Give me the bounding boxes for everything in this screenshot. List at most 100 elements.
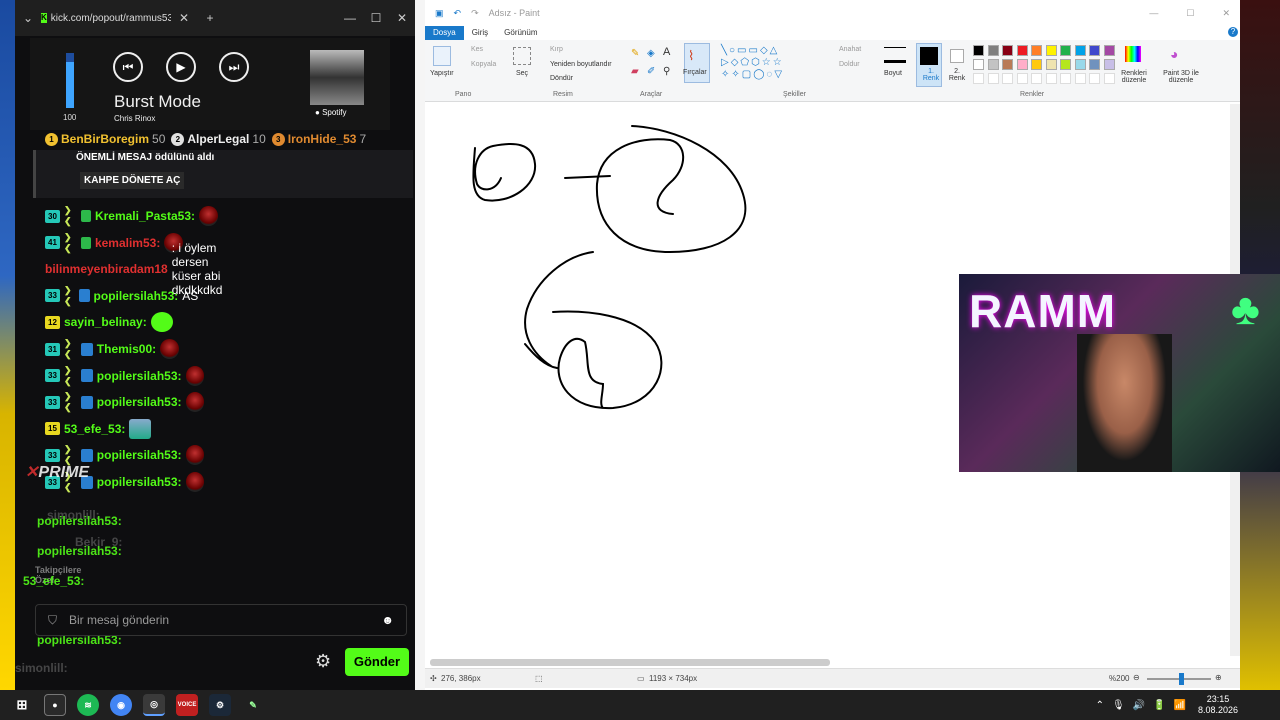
palette-color-swatch[interactable] bbox=[973, 59, 984, 70]
palette-color-swatch[interactable] bbox=[1031, 45, 1042, 56]
shapes-gallery[interactable]: ╲○▭▭◇△ ▷◇⬠⬡☆☆ ✧✧▢◯◌▽ bbox=[721, 45, 819, 81]
cut-button[interactable]: Kes bbox=[471, 46, 483, 53]
size-label[interactable]: Boyut bbox=[884, 70, 902, 77]
zoom-in-icon[interactable]: ⊕ bbox=[1215, 673, 1222, 682]
palette-color-swatch[interactable] bbox=[1002, 45, 1013, 56]
chat-username[interactable]: popilersilah53: bbox=[94, 289, 179, 303]
minimize-icon[interactable]: — bbox=[337, 11, 363, 25]
palette-empty-swatch[interactable] bbox=[1060, 73, 1071, 84]
palette-empty-swatch[interactable] bbox=[1074, 73, 1086, 84]
tab-file[interactable]: Dosya bbox=[425, 26, 464, 40]
color-picker-icon[interactable]: ✐ bbox=[647, 66, 655, 77]
steam-icon[interactable]: ⚙ bbox=[209, 694, 231, 716]
windows-start-icon[interactable]: ⊞ bbox=[11, 694, 33, 716]
palette-empty-swatch[interactable] bbox=[1089, 73, 1100, 84]
browser-icon[interactable]: ◉ bbox=[110, 694, 132, 716]
palette-color-swatch[interactable] bbox=[1045, 59, 1057, 70]
chat-username[interactable]: Kremali_Pasta53: bbox=[95, 209, 195, 223]
close-window-icon[interactable]: ✕ bbox=[389, 11, 415, 25]
palette-empty-swatch[interactable] bbox=[987, 73, 999, 84]
send-button[interactable]: Gönder bbox=[345, 648, 409, 676]
paint-close-icon[interactable]: ✕ bbox=[1222, 8, 1230, 19]
palette-color-swatch[interactable] bbox=[1074, 59, 1086, 70]
undo-icon[interactable]: ↶ bbox=[454, 8, 462, 19]
paint3d-icon[interactable]: ◕ bbox=[1170, 46, 1178, 62]
chat-username[interactable]: sayin_belinay: bbox=[64, 315, 147, 329]
chevron-down-icon[interactable]: ⌄ bbox=[15, 11, 41, 25]
select-button[interactable]: Seç bbox=[516, 70, 528, 77]
palette-color-swatch[interactable] bbox=[1031, 59, 1042, 70]
zoom-out-icon[interactable]: ⊖ bbox=[1133, 673, 1140, 682]
paint-app-icon[interactable]: ✎ bbox=[242, 694, 264, 716]
horizontal-scrollbar[interactable] bbox=[430, 659, 830, 666]
chat-username[interactable]: bilinmeyenbiradam18 bbox=[45, 262, 168, 276]
chat-username[interactable]: 53_efe_53: bbox=[64, 422, 125, 436]
tab-home[interactable]: Giriş bbox=[464, 26, 496, 40]
palette-color-swatch[interactable] bbox=[1060, 59, 1071, 70]
taskbar-clock[interactable]: 23:15 8.08.2026 bbox=[1198, 694, 1238, 716]
palette-color-swatch[interactable] bbox=[1016, 59, 1028, 70]
resize-button[interactable]: Yeniden boyutlandır bbox=[550, 61, 612, 68]
color2-label[interactable]: 2. Renk bbox=[947, 68, 967, 82]
pencil-icon[interactable]: ✎ bbox=[631, 48, 639, 59]
copy-button[interactable]: Kopyala bbox=[471, 61, 496, 68]
text-icon[interactable]: A bbox=[663, 46, 670, 58]
tab-view[interactable]: Görünüm bbox=[496, 26, 545, 40]
color2-swatch[interactable] bbox=[950, 49, 964, 63]
paste-button[interactable]: Yapıştır bbox=[430, 70, 454, 77]
redo-icon[interactable]: ↷ bbox=[471, 8, 479, 19]
system-tray[interactable]: ⌃🎙🔊🔋📶 bbox=[1096, 700, 1194, 711]
outline-button[interactable]: Anahat bbox=[839, 46, 861, 53]
emoji-icon[interactable]: ☻ bbox=[381, 613, 394, 627]
play-icon[interactable]: ▶ bbox=[166, 52, 196, 82]
paint-maximize-icon[interactable]: ☐ bbox=[1186, 8, 1194, 19]
palette-empty-swatch[interactable] bbox=[1016, 73, 1028, 84]
previous-track-icon[interactable]: ⏮ bbox=[113, 52, 143, 82]
chat-username[interactable]: Themis00: bbox=[97, 342, 156, 356]
palette-empty-swatch[interactable] bbox=[1045, 73, 1057, 84]
palette-color-swatch[interactable] bbox=[1103, 45, 1115, 56]
spotify-icon[interactable]: ≋ bbox=[77, 694, 99, 716]
palette-color-swatch[interactable] bbox=[1089, 59, 1100, 70]
paint-minimize-icon[interactable]: — bbox=[1149, 8, 1158, 18]
palette-color-swatch[interactable] bbox=[1016, 45, 1028, 56]
fill-icon[interactable]: ◈ bbox=[647, 48, 655, 59]
help-icon[interactable]: ? bbox=[1228, 27, 1238, 37]
palette-color-swatch[interactable] bbox=[973, 45, 984, 56]
palette-color-swatch[interactable] bbox=[1060, 45, 1071, 56]
palette-color-swatch[interactable] bbox=[1089, 45, 1100, 56]
chat-username[interactable]: popilersilah53: bbox=[97, 395, 182, 409]
close-tab-icon[interactable]: ✕ bbox=[171, 11, 197, 25]
rotate-button[interactable]: Döndür bbox=[550, 75, 573, 82]
paint3d-button[interactable]: Paint 3D ile düzenle bbox=[1156, 70, 1206, 84]
magnifier-icon[interactable]: ⚲ bbox=[663, 66, 670, 77]
maximize-icon[interactable]: ☐ bbox=[363, 11, 389, 25]
kick-app-icon[interactable]: ● bbox=[44, 694, 66, 716]
next-track-icon[interactable]: ⏭ bbox=[219, 52, 249, 82]
chat-username[interactable]: popilersilah53: bbox=[97, 369, 182, 383]
chat-username[interactable]: popilersilah53: bbox=[97, 448, 182, 462]
palette-empty-swatch[interactable] bbox=[1103, 73, 1115, 84]
edit-colors-button[interactable]: Renkleri düzenle bbox=[1118, 70, 1150, 84]
palette-color-swatch[interactable] bbox=[1103, 59, 1115, 70]
voice-mod-icon[interactable]: VOICE bbox=[176, 694, 198, 716]
edit-colors-icon[interactable] bbox=[1125, 46, 1141, 62]
chat-username[interactable]: popilersilah53: bbox=[97, 475, 182, 489]
chat-username[interactable]: kemalim53: bbox=[95, 236, 160, 250]
save-icon[interactable]: ▣ bbox=[435, 8, 444, 19]
palette-color-swatch[interactable] bbox=[1045, 45, 1057, 56]
crop-button[interactable]: Kırp bbox=[550, 46, 563, 53]
fill-button[interactable]: Doldur bbox=[839, 61, 860, 68]
size-icon[interactable] bbox=[884, 47, 906, 63]
zoom-slider-thumb[interactable] bbox=[1179, 673, 1184, 685]
eraser-icon[interactable]: ▰ bbox=[631, 66, 639, 77]
chat-input[interactable]: ⛉ Bir mesaj gönderin ☻ bbox=[35, 604, 407, 636]
browser-tab[interactable]: Kkick.com/popout/rammus53/ch bbox=[41, 13, 171, 24]
palette-color-swatch[interactable] bbox=[987, 45, 999, 56]
palette-color-swatch[interactable] bbox=[987, 59, 999, 70]
chrome-icon[interactable]: ◎ bbox=[143, 694, 165, 716]
paste-icon[interactable] bbox=[433, 46, 451, 66]
new-tab-icon[interactable]: + bbox=[197, 11, 223, 25]
palette-empty-swatch[interactable] bbox=[973, 73, 984, 84]
select-icon[interactable] bbox=[513, 47, 531, 65]
